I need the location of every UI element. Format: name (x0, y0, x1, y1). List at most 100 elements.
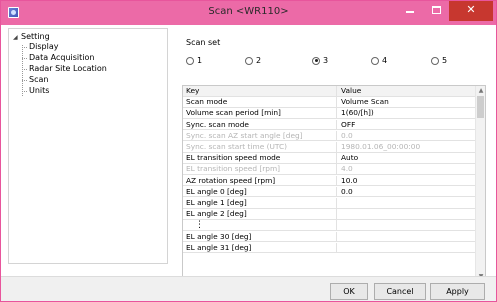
row-key: EL angle 0 [deg] (186, 186, 247, 196)
column-separator (336, 186, 337, 197)
grid-vertical-scrollbar[interactable]: ▲ ▼ (475, 86, 485, 282)
row-key: EL transition speed [rpm] (186, 164, 281, 174)
scan-set-radio-2[interactable]: 2 (245, 56, 261, 65)
tree-item-units[interactable]: Units (29, 86, 49, 95)
column-separator (336, 153, 337, 163)
scan-set-radio-4[interactable]: 4 (371, 56, 387, 65)
column-separator (336, 86, 337, 96)
table-row[interactable]: AZ rotation speed [rpm] 10.0 (183, 175, 477, 187)
column-separator (336, 119, 337, 130)
column-separator (336, 231, 337, 242)
table-row[interactable]: Sync. scan AZ start angle [deg] 0.0 (183, 130, 477, 142)
row-key: Sync. scan start time (UTC) (186, 142, 288, 151)
table-row[interactable]: EL angle 1 [deg] (183, 198, 477, 209)
tree-connector (22, 69, 27, 70)
dialog-footer: OK Cancel Apply (1, 276, 496, 301)
radio-circle[interactable] (371, 56, 379, 65)
close-button[interactable]: ✕ (449, 1, 493, 21)
maximize-button[interactable] (423, 1, 449, 21)
table-row[interactable]: ⋮ (183, 220, 477, 231)
radio-label: 3 (323, 56, 329, 65)
scroll-up-arrow-icon[interactable]: ▲ (476, 86, 485, 96)
column-header-key: Key (186, 86, 200, 95)
table-row[interactable]: Volume scan period [min] 1(60/[h]) (183, 108, 477, 119)
grid-header-row: Key Value (183, 86, 477, 97)
scrollbar-thumb[interactable] (477, 96, 484, 118)
tree-connector (22, 45, 23, 96)
row-key: ⋮ (195, 220, 204, 231)
row-key: EL angle 31 [deg] (186, 242, 252, 252)
row-value[interactable]: 10.0 (341, 176, 475, 186)
table-row[interactable]: EL angle 30 [deg] (183, 231, 477, 243)
row-value: 1980.01.06_00:00:00 (341, 142, 421, 151)
table-row[interactable]: Sync. scan mode OFF (183, 119, 477, 131)
radio-circle-selected[interactable] (312, 56, 320, 65)
row-value: 0.0 (341, 130, 353, 140)
column-separator (336, 242, 337, 253)
row-key: EL transition speed mode (186, 153, 281, 163)
scan-parameter-grid: Key Value Scan mode Volume Scan Volume sca… (182, 85, 486, 283)
close-icon: ✕ (466, 3, 476, 16)
dialog-body: ◢ Setting Display Data Acquisition Radar… (1, 25, 496, 301)
tree-connector (22, 47, 27, 48)
apply-button[interactable]: Apply (430, 283, 485, 300)
tree-connector (22, 58, 27, 59)
radio-label: 4 (382, 56, 388, 65)
row-value[interactable]: Volume Scan (341, 97, 475, 107)
radio-label: 5 (442, 56, 448, 65)
table-row[interactable]: Sync. scan start time (UTC) 1980.01.06_00… (183, 142, 477, 153)
collapse-arrow-icon[interactable]: ◢ (13, 34, 18, 41)
row-value: 4.0 (341, 164, 353, 174)
table-row[interactable]: EL angle 2 [deg] (183, 209, 477, 220)
table-row[interactable]: EL transition speed [rpm] 4.0 (183, 164, 477, 175)
column-separator (336, 142, 337, 152)
scan-settings-panel: Scan set 1 2 3 4 5 Key Value Scan mode V… (177, 28, 496, 283)
maximize-icon (431, 6, 441, 14)
radio-circle[interactable] (186, 56, 194, 65)
radio-circle[interactable] (245, 56, 253, 65)
row-value[interactable]: OFF (341, 120, 475, 130)
row-value[interactable]: Auto (341, 153, 475, 163)
row-key: Scan mode (186, 97, 228, 107)
scan-window: Scan <WR110> ✕ ◢ Setting Display Data Ac… (0, 0, 497, 302)
row-key: AZ rotation speed [rpm] (186, 175, 276, 185)
tree-item-data-acquisition[interactable]: Data Acquisition (29, 53, 94, 62)
radio-label: 2 (256, 56, 262, 65)
tree-connector (22, 80, 27, 81)
tree-item-scan[interactable]: Scan (29, 75, 48, 84)
ok-button[interactable]: OK (330, 283, 368, 300)
tree-item-radar-site-location[interactable]: Radar Site Location (29, 64, 107, 73)
table-row[interactable]: EL transition speed mode Auto (183, 153, 477, 164)
row-value[interactable]: 0.0 (341, 187, 475, 197)
scan-set-radio-1[interactable]: 1 (186, 56, 202, 65)
tree-item-display[interactable]: Display (29, 42, 59, 51)
column-separator (336, 198, 337, 208)
row-key: EL angle 2 [deg] (186, 209, 247, 219)
row-key: Volume scan period [min] (186, 108, 281, 118)
scan-set-label: Scan set (186, 38, 221, 47)
row-key: Sync. scan AZ start angle [deg] (186, 130, 303, 140)
column-separator (336, 209, 337, 219)
scan-set-radio-3[interactable]: 3 (312, 56, 328, 65)
table-row[interactable]: Scan mode Volume Scan (183, 97, 477, 108)
settings-tree: ◢ Setting Display Data Acquisition Radar… (8, 28, 168, 264)
column-separator (336, 130, 337, 141)
column-separator (336, 220, 337, 230)
column-separator (336, 97, 337, 107)
row-key: EL angle 30 [deg] (186, 231, 252, 241)
column-separator (336, 164, 337, 174)
title-bar[interactable]: Scan <WR110> ✕ (1, 1, 496, 25)
radio-circle[interactable] (431, 56, 439, 65)
row-value[interactable]: 1(60/[h]) (341, 108, 475, 118)
minimize-icon (406, 11, 414, 13)
row-key: Sync. scan mode (186, 119, 249, 129)
tree-item-setting[interactable]: Setting (21, 32, 50, 41)
column-separator (336, 108, 337, 118)
cancel-button[interactable]: Cancel (374, 283, 426, 300)
table-row[interactable]: EL angle 31 [deg] (183, 242, 477, 254)
scan-set-radio-5[interactable]: 5 (431, 56, 447, 65)
radio-label: 1 (197, 56, 203, 65)
table-row[interactable]: EL angle 0 [deg] 0.0 (183, 186, 477, 198)
minimize-button[interactable] (397, 1, 423, 21)
column-header-value: Value (341, 86, 362, 95)
